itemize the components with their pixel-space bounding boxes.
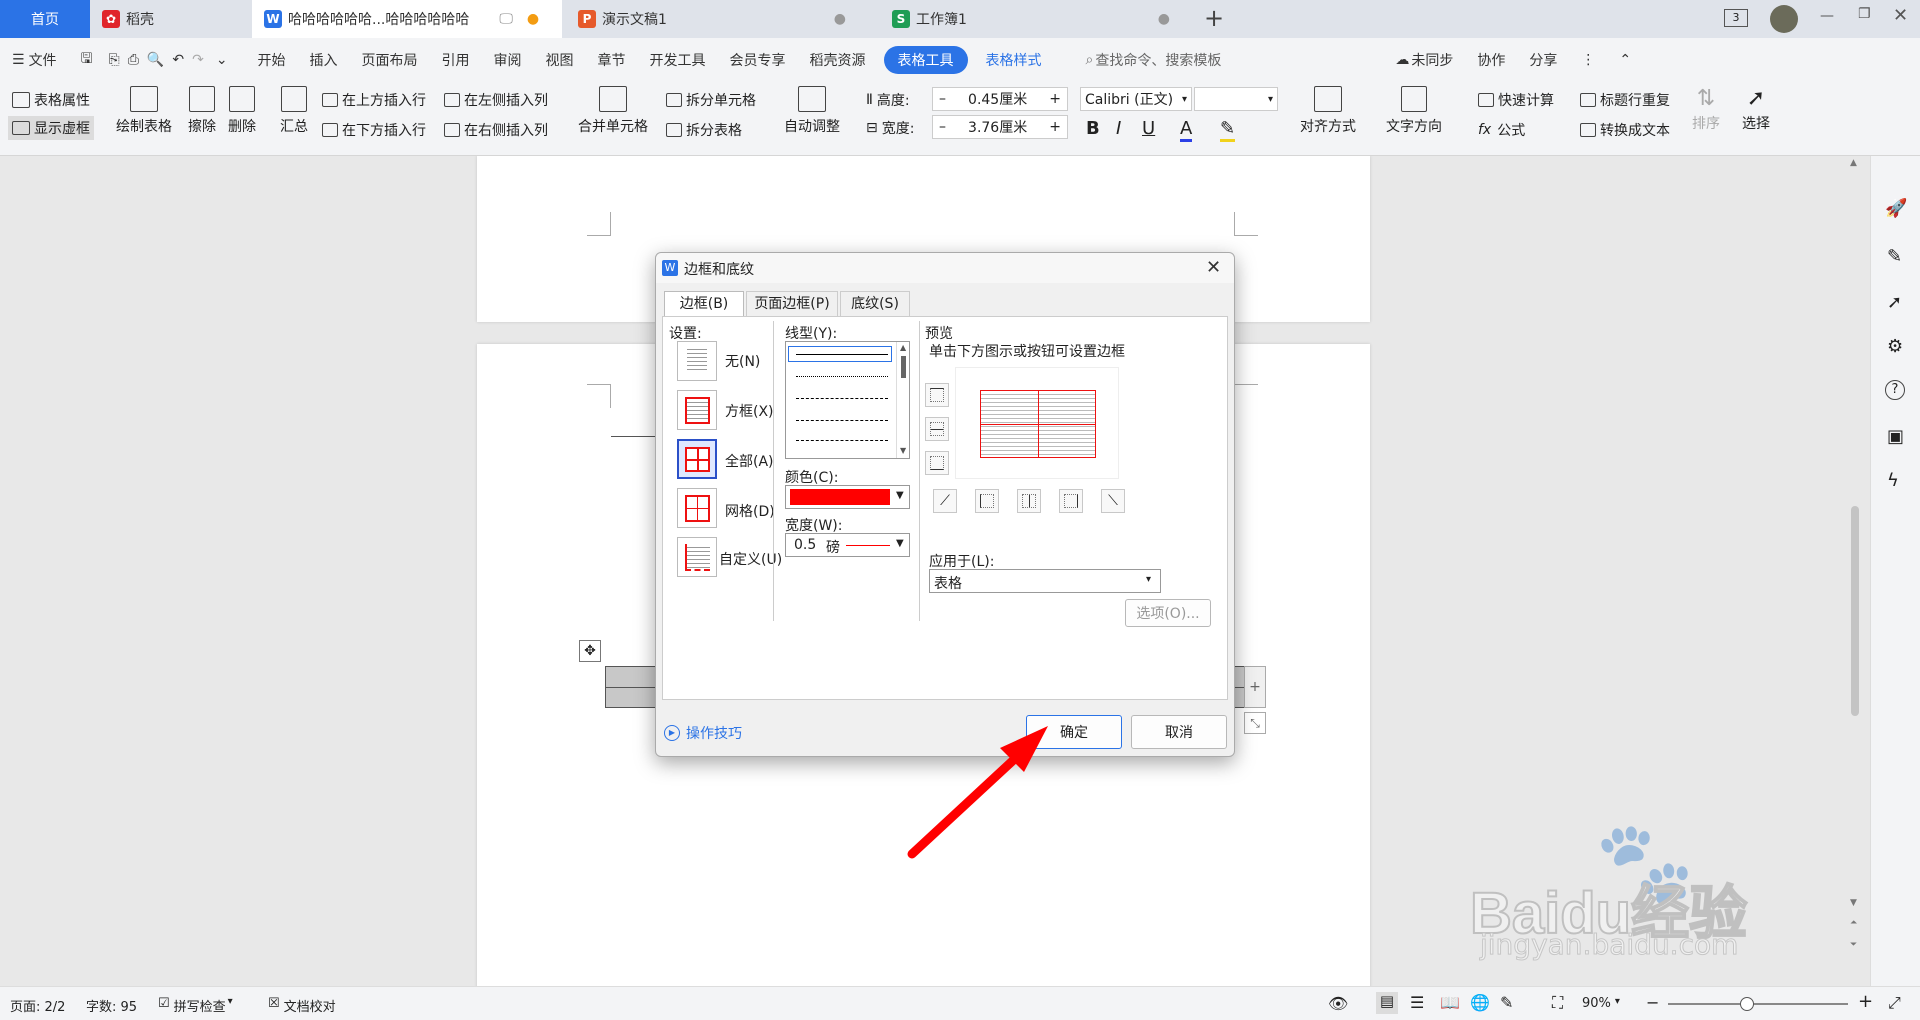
spell-check-icon: ☑ [158, 996, 170, 1011]
page-count[interactable]: 页面: 2/2 [10, 996, 65, 1015]
eye-icon[interactable]: 👁 [1328, 994, 1348, 1013]
spell-check-button[interactable]: ☑ 拼写检查 ▾ [158, 996, 233, 1015]
proofread-button[interactable]: ☒ 文档校对 [268, 996, 336, 1015]
annotation-arrow [907, 726, 1048, 859]
chevron-down-icon: ▾ [1614, 996, 1620, 1007]
read-view-icon[interactable]: 📖 [1440, 993, 1460, 1012]
web-view-icon[interactable]: 🌐 [1470, 993, 1490, 1012]
chevron-down-icon: ▾ [227, 996, 233, 1007]
page-view-icon[interactable]: ▤ [1376, 992, 1398, 1014]
expand-icon[interactable]: ⤢ [1888, 993, 1901, 1013]
word-count[interactable]: 字数: 95 [86, 996, 137, 1015]
proofread-icon: ☒ [268, 996, 280, 1011]
status-bar: 页面: 2/2 字数: 95 ☑ 拼写检查 ▾ ☒ 文档校对 👁 ▤ ☰ 📖 🌐… [0, 986, 1920, 1020]
fit-page-icon[interactable]: ⛶ [1552, 993, 1563, 1013]
zoom-out-icon[interactable]: − [1646, 993, 1659, 1012]
zoom-in-icon[interactable]: + [1858, 991, 1873, 1012]
zoom-select[interactable]: 90% ▾ [1582, 996, 1620, 1011]
outline-view-icon[interactable]: ☰ [1410, 993, 1424, 1012]
write-view-icon[interactable]: ✎ [1500, 993, 1513, 1012]
zoom-slider[interactable] [1668, 997, 1848, 1011]
zoom-slider-handle[interactable] [1740, 997, 1754, 1011]
